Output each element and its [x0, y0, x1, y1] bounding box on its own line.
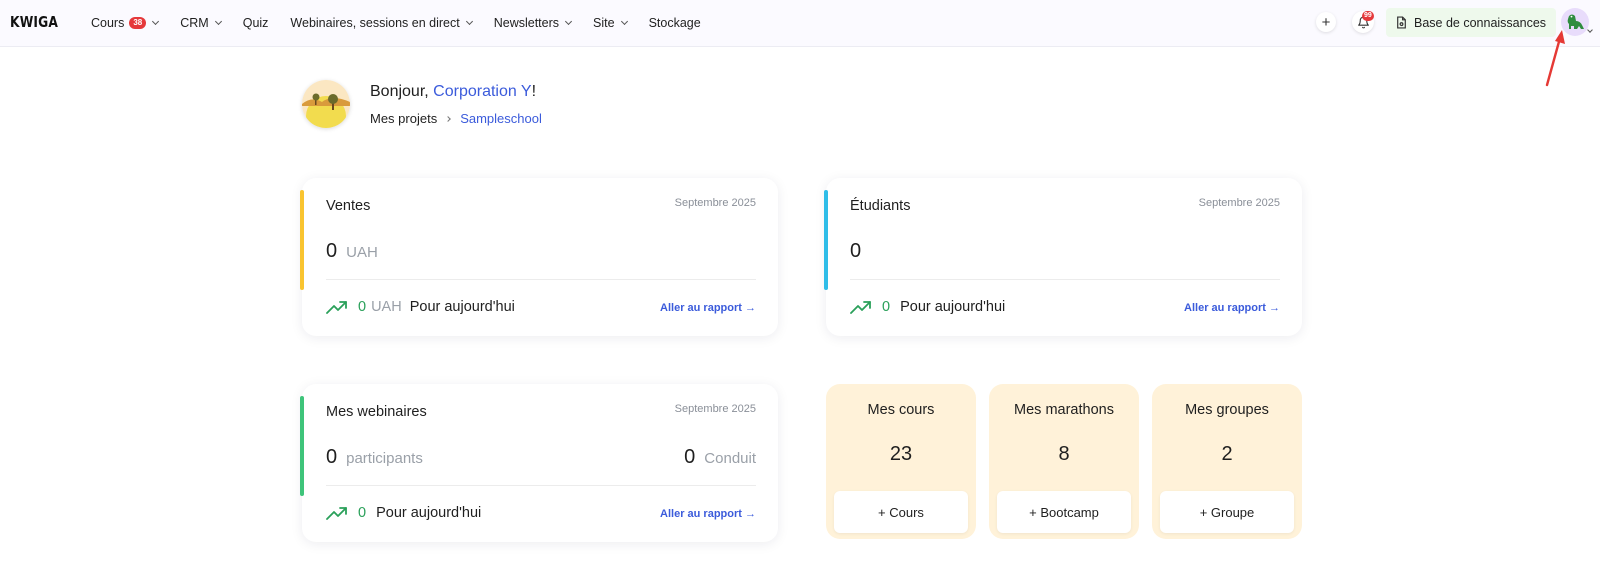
participants-label: participants [346, 450, 423, 467]
chevron-right-icon [445, 115, 452, 122]
add-group-button[interactable]: + Groupe [1160, 491, 1294, 533]
add-course-button[interactable]: + Cours [834, 491, 968, 533]
sales-amount: 0 UAH [326, 240, 378, 263]
nav-item-newsletters[interactable]: Newsletters [493, 16, 573, 30]
trending-up-icon [326, 507, 347, 520]
sales-report-link[interactable]: Aller au rapport → [660, 302, 756, 314]
nav-item-label: Newsletters [493, 16, 560, 30]
webinars-participants: 0 participants [326, 446, 423, 469]
sales-amount-value: 0 [326, 240, 338, 262]
sales-today-label: Pour aujourd'hui [409, 299, 515, 315]
nav-item-stockage[interactable]: Stockage [649, 16, 701, 30]
conducted-value: 0 [684, 446, 696, 468]
divider [326, 279, 756, 280]
nav-item-label: Site [593, 16, 615, 30]
annotation-arrow-icon [1545, 30, 1565, 87]
students-accent-bar [824, 190, 828, 290]
trending-up-icon [850, 301, 871, 314]
students-today: 0 Pour aujourd'hui [850, 299, 1005, 315]
students-title: Étudiants [850, 198, 911, 214]
divider [326, 485, 756, 486]
sales-period: Septembre 2025 [674, 197, 756, 209]
nav-item-label: Cours [91, 16, 125, 30]
main-nav: Cours 38 CRM Quiz Webinaires, sessions e… [91, 0, 723, 46]
sales-card: Ventes Septembre 2025 0 UAH 0 UAH Pour a… [300, 178, 778, 336]
nav-item-quiz[interactable]: Quiz [243, 16, 269, 30]
marathons-count: 8 [1058, 443, 1070, 465]
nav-item-site[interactable]: Site [593, 16, 628, 30]
dinosaur-icon [1567, 14, 1584, 29]
students-card: Étudiants Septembre 2025 0 0 Pour aujour… [824, 178, 1302, 336]
greeting-text: Bonjour, [370, 83, 434, 100]
webinars-conducted: 0 Conduit [684, 446, 756, 469]
nav-item-label: Quiz [242, 16, 269, 30]
nav-item-webinaires[interactable]: Webinaires, sessions en direct [290, 16, 473, 30]
webinars-today-label: Pour aujourd'hui [376, 505, 482, 521]
breadcrumb: Mes projets Sampleschool [370, 111, 542, 126]
courses-tile: Mes cours 23 + Cours [826, 384, 976, 539]
divider [850, 279, 1280, 280]
groups-count: 2 [1221, 443, 1233, 465]
breadcrumb-current[interactable]: Sampleschool [460, 111, 542, 126]
students-count: 0 [850, 240, 861, 263]
sales-today: 0 UAH Pour aujourd'hui [326, 299, 515, 315]
webinars-today-value: 0 [358, 505, 367, 521]
marathons-tile: Mes marathons 8 + Bootcamp [989, 384, 1139, 539]
nav-item-cours[interactable]: Cours 38 [91, 16, 160, 30]
chevron-down-icon [620, 17, 628, 26]
courses-label: Mes cours [867, 402, 935, 418]
students-today-value: 0 [882, 299, 891, 315]
cours-count-badge: 38 [129, 17, 147, 29]
chevron-down-icon [152, 17, 160, 26]
knowledge-base-label: Base de connaissances [1414, 15, 1547, 30]
groups-label: Mes groupes [1185, 402, 1269, 418]
add-button[interactable]: + [1316, 12, 1336, 32]
kwiga-logo[interactable]: KWIGA [10, 13, 58, 31]
add-bootcamp-button[interactable]: + Bootcamp [997, 491, 1131, 533]
webinars-report-link[interactable]: Aller au rapport → [660, 508, 756, 520]
nav-item-crm[interactable]: CRM [180, 16, 222, 30]
nav-item-label: Stockage [648, 16, 701, 30]
sales-today-value: 0 [358, 299, 367, 315]
students-period: Septembre 2025 [1198, 197, 1280, 209]
sales-currency: UAH [346, 244, 378, 261]
chevron-down-icon [214, 17, 222, 26]
sales-accent-bar [300, 190, 304, 290]
account-name: Corporation Y [433, 83, 532, 100]
participants-value: 0 [326, 446, 338, 468]
courses-count: 23 [889, 443, 913, 465]
students-today-label: Pour aujourd'hui [900, 299, 1006, 315]
document-icon [1397, 16, 1406, 29]
chevron-down-icon [564, 17, 573, 26]
notifications-badge: 99 [1362, 11, 1374, 21]
marathons-label: Mes marathons [1014, 402, 1114, 418]
knowledge-base-button[interactable]: Base de connaissances [1386, 8, 1557, 37]
top-navigation-bar: KWIGA Cours 38 CRM Quiz Webinaires, sess… [0, 0, 1600, 47]
chevron-down-icon[interactable] [1587, 27, 1593, 33]
landscape-icon [302, 80, 350, 128]
sales-title: Ventes [326, 198, 371, 214]
chevron-down-icon [465, 17, 473, 26]
nav-item-label: CRM [180, 16, 209, 30]
greeting-heading: Bonjour, Corporation Y! [370, 83, 536, 101]
conducted-label: Conduit [704, 450, 756, 467]
groups-tile: Mes groupes 2 + Groupe [1152, 384, 1302, 539]
students-report-link[interactable]: Aller au rapport → [1184, 302, 1280, 314]
webinars-period: Septembre 2025 [674, 403, 756, 415]
students-count-value: 0 [850, 240, 862, 262]
webinars-accent-bar [300, 396, 304, 496]
nav-item-label: Webinaires, sessions en direct [290, 16, 460, 30]
greeting-exclaim: ! [531, 83, 537, 100]
webinars-title: Mes webinaires [326, 404, 427, 420]
breadcrumb-root[interactable]: Mes projets [370, 111, 437, 126]
project-avatar [302, 80, 350, 128]
trending-up-icon [326, 301, 347, 314]
sales-today-unit: UAH [371, 299, 402, 315]
webinars-today: 0 Pour aujourd'hui [326, 505, 481, 521]
webinars-card: Mes webinaires Septembre 2025 0 particip… [300, 384, 778, 542]
